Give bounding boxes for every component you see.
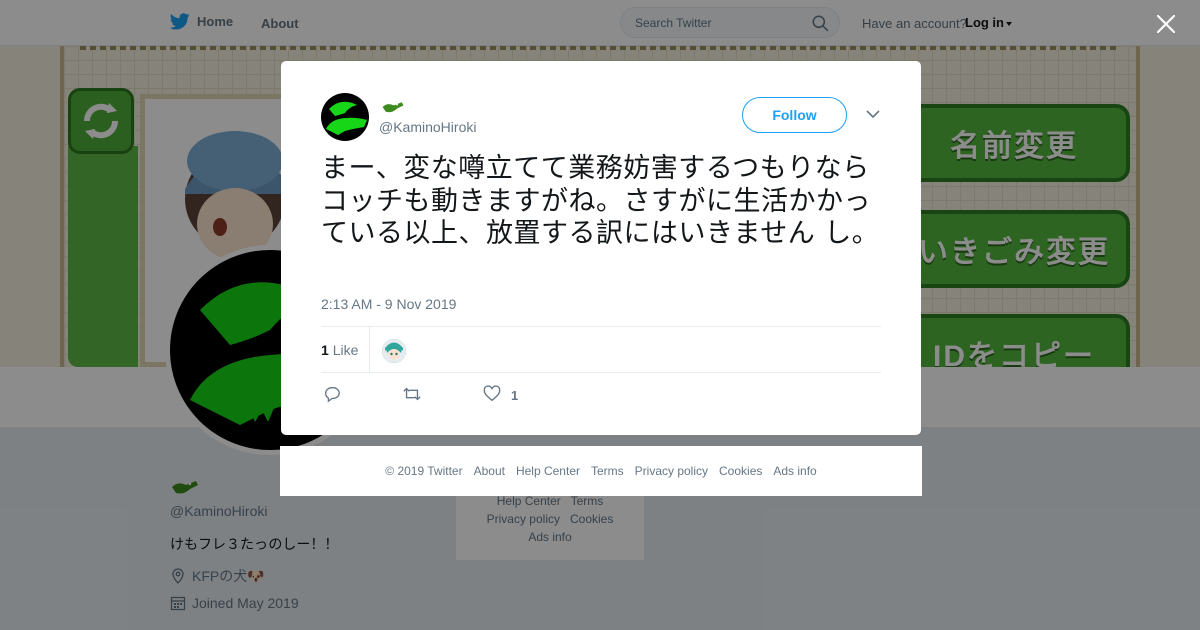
like-stat[interactable]: 1 Like (321, 342, 358, 358)
liker-avatar[interactable] (382, 339, 406, 363)
footer-terms[interactable]: Terms (591, 464, 624, 478)
footer-cookies[interactable]: Cookies (719, 464, 762, 478)
like-stat-label: Like (332, 342, 359, 358)
modal-footer: © 2019 Twitter About Help Center Terms P… (280, 446, 922, 496)
close-icon[interactable] (1156, 14, 1176, 34)
reply-icon[interactable] (323, 385, 341, 403)
tweet-stats: 1 Like (321, 326, 881, 373)
footer-ads-info[interactable]: Ads info (773, 464, 816, 478)
chevron-down-icon[interactable] (866, 109, 880, 119)
retweet-icon[interactable] (402, 385, 422, 403)
tweet-timestamp[interactable]: 2:13 AM - 9 Nov 2019 (321, 296, 456, 312)
heart-icon[interactable] (483, 385, 501, 403)
like-stat-count: 1 (321, 342, 329, 358)
footer-copyright: © 2019 Twitter (385, 464, 463, 478)
footer-privacy-policy[interactable]: Privacy policy (635, 464, 708, 478)
tweet-modal: @KaminoHiroki Follow まー、変な噂立てて業務妨害するつもりな… (281, 61, 921, 435)
tweet-author-name-emoji-icon[interactable] (380, 99, 406, 120)
stats-divider (369, 327, 370, 373)
action-like-count: 1 (511, 388, 519, 403)
follow-button[interactable]: Follow (742, 97, 847, 133)
tweet-author-avatar[interactable] (321, 93, 369, 141)
footer-help-center[interactable]: Help Center (516, 464, 580, 478)
tweet-text: まー、変な噂立てて業務妨害するつもりならコッチも動きますがね。さすがに生活かかっ… (321, 153, 880, 249)
footer-about[interactable]: About (474, 464, 505, 478)
tweet-author-handle[interactable]: @KaminoHiroki (379, 119, 476, 135)
